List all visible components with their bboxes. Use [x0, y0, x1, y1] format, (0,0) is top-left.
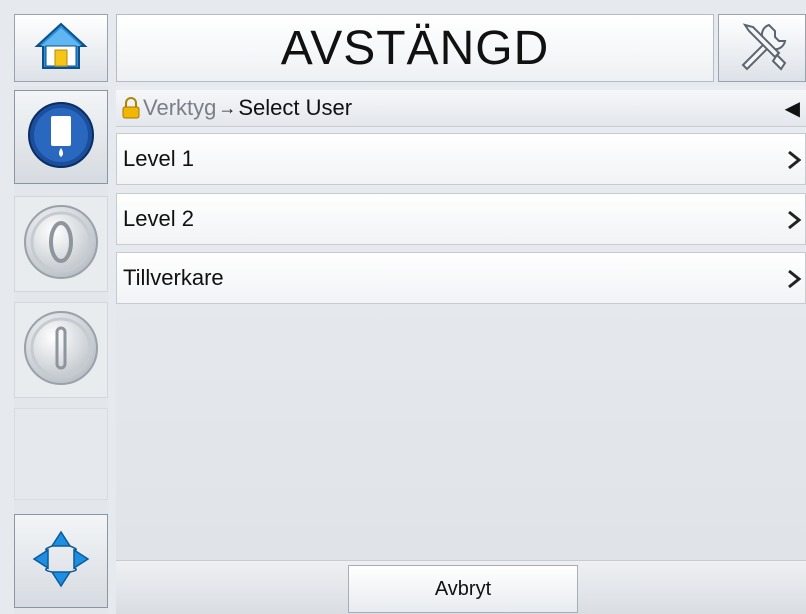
- start-button[interactable]: [14, 196, 108, 292]
- cancel-button[interactable]: Avbryt: [348, 565, 578, 613]
- lock-icon: [122, 97, 140, 119]
- back-arrow-icon[interactable]: ◀: [785, 90, 800, 126]
- list-item-level-1[interactable]: Level 1: [116, 133, 806, 185]
- page-title: AVSTÄNGD: [116, 14, 714, 82]
- ink-status-icon: [26, 100, 96, 175]
- navigation-button[interactable]: [14, 514, 108, 608]
- main-panel: Verktyg → Select User ◀ Level 1 Level 2 …: [116, 86, 806, 614]
- chevron-right-icon: [785, 194, 803, 246]
- power-on-icon: [21, 202, 101, 287]
- tools-icon: [733, 17, 791, 80]
- home-button[interactable]: [14, 14, 108, 82]
- power-off-icon: [21, 308, 101, 393]
- list-item-tillverkare[interactable]: Tillverkare: [116, 252, 806, 304]
- breadcrumb-parent[interactable]: Verktyg: [143, 95, 216, 121]
- breadcrumb-current: Select User: [238, 95, 353, 120]
- breadcrumb: Verktyg → Select User ◀: [116, 90, 806, 127]
- list-item-level-2[interactable]: Level 2: [116, 193, 806, 245]
- side-panel: [14, 86, 108, 614]
- stop-button[interactable]: [14, 302, 108, 398]
- breadcrumb-separator: →: [218, 97, 237, 118]
- navigation-arrows-icon: [28, 526, 94, 597]
- chevron-right-icon: [785, 253, 803, 305]
- list-item-label: Level 1: [123, 146, 194, 171]
- ink-status-button[interactable]: [14, 90, 108, 184]
- tools-button[interactable]: [718, 14, 806, 82]
- list-item-label: Level 2: [123, 206, 194, 231]
- chevron-right-icon: [785, 134, 803, 186]
- empty-slot: [14, 408, 108, 500]
- footer-bar: Avbryt: [116, 560, 806, 614]
- app-screen: AVSTÄNGD Verktyg → Select User ◀ Level 1…: [0, 0, 806, 614]
- list-item-label: Tillverkare: [123, 265, 224, 290]
- home-icon: [33, 18, 89, 79]
